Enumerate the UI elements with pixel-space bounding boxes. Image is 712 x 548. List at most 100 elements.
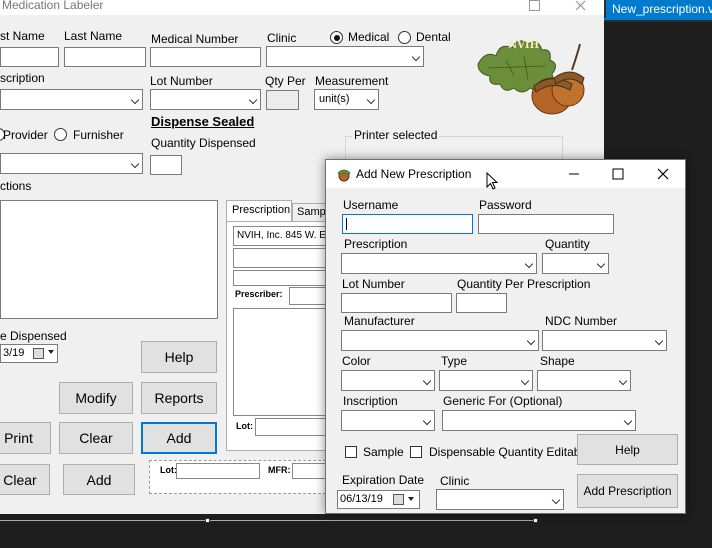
type-select[interactable] bbox=[439, 370, 533, 391]
tab-samples-label: Sampl bbox=[297, 206, 329, 218]
clinic-medical-radio[interactable] bbox=[330, 31, 343, 44]
modify-button[interactable]: Modify bbox=[59, 382, 133, 414]
last-name-input[interactable] bbox=[64, 47, 146, 67]
quantity-select[interactable] bbox=[542, 253, 609, 274]
chevron-down-icon-dlg[interactable] bbox=[408, 497, 414, 501]
reports-button[interactable]: Reports bbox=[141, 382, 217, 414]
expiration-date-label: Expiration Date bbox=[342, 473, 425, 487]
preview-lot: Lot: bbox=[236, 421, 253, 431]
dispensable-qty-editable-checkbox[interactable] bbox=[410, 446, 422, 458]
clinic-select-dlg[interactable] bbox=[436, 489, 564, 510]
clinic-label: Clinic bbox=[267, 31, 297, 45]
clinic-dental-radio[interactable] bbox=[398, 31, 411, 44]
clear-button-2[interactable]: Clear bbox=[0, 464, 50, 495]
clinic-dental-label: Dental bbox=[416, 30, 451, 44]
instructions-label: ctions bbox=[0, 179, 32, 193]
prescription-label: scription bbox=[0, 71, 45, 85]
bg-window-title: Medication Labeler bbox=[2, 0, 104, 12]
quantity-dispensed-input[interactable] bbox=[150, 155, 182, 175]
username-label: Username bbox=[343, 198, 399, 212]
first-name-label: st Name bbox=[0, 29, 45, 43]
lot-number-select[interactable] bbox=[150, 89, 261, 110]
lot-number-input-dlg[interactable] bbox=[341, 293, 452, 313]
date-dispensed-picker[interactable]: 3/19 bbox=[0, 344, 58, 363]
lot-number-label-dlg: Lot Number bbox=[342, 277, 405, 291]
minimize-icon[interactable] bbox=[566, 166, 582, 182]
dialog-title-bar: Add New Prescription bbox=[326, 160, 685, 190]
inscription-select[interactable] bbox=[341, 410, 435, 431]
first-name-input[interactable] bbox=[0, 47, 59, 67]
print-button[interactable]: Print bbox=[0, 422, 51, 454]
expiration-date-picker[interactable]: 06/13/19 bbox=[337, 490, 420, 509]
furnisher-radio[interactable] bbox=[54, 128, 67, 141]
editor-tab-underline bbox=[604, 18, 712, 20]
strip-lot: Lot: bbox=[160, 465, 177, 475]
ndc-number-select[interactable] bbox=[542, 330, 667, 351]
preview-company: NVIH, Inc. 845 W. E bbox=[237, 230, 326, 241]
shape-select[interactable] bbox=[537, 370, 631, 391]
bg-title-bar: Medication Labeler bbox=[0, 0, 604, 15]
prescription-select-dlg[interactable] bbox=[341, 253, 537, 274]
color-select[interactable] bbox=[341, 370, 435, 391]
sample-checkbox[interactable] bbox=[345, 446, 357, 458]
clinic-medical-label: Medical bbox=[348, 30, 390, 44]
selection-line bbox=[0, 520, 536, 521]
clinic-select[interactable] bbox=[266, 46, 424, 67]
qty-per-input[interactable] bbox=[266, 90, 299, 110]
clear-button[interactable]: Clear bbox=[59, 422, 133, 454]
date-dispensed-value: 3/19 bbox=[3, 347, 25, 359]
generic-for-select[interactable] bbox=[442, 410, 636, 431]
bg-maximize-icon[interactable] bbox=[529, 0, 540, 11]
dispense-sealed-label: Dispense Sealed bbox=[151, 114, 255, 129]
printer-selected-label: Printer selected bbox=[352, 128, 440, 142]
password-input[interactable] bbox=[478, 214, 614, 234]
provider-label: Provider bbox=[3, 128, 48, 142]
prescription-select[interactable] bbox=[0, 89, 143, 110]
shape-label: Shape bbox=[540, 354, 575, 368]
medical-number-input[interactable] bbox=[150, 47, 261, 67]
provider-select[interactable] bbox=[0, 153, 143, 174]
prescription-label-dlg: Prescription bbox=[344, 237, 408, 251]
chevron-down-icon[interactable] bbox=[48, 350, 54, 354]
password-label: Password bbox=[479, 198, 532, 212]
resize-handle-right[interactable] bbox=[533, 518, 538, 523]
dialog-title: Add New Prescription bbox=[356, 167, 472, 181]
tab-prescription[interactable]: Prescription bbox=[226, 200, 292, 221]
generic-for-label: Generic For (Optional) bbox=[443, 394, 563, 408]
add-prescription-button[interactable]: Add Prescription bbox=[577, 474, 678, 508]
bg-close-icon[interactable] bbox=[575, 0, 586, 11]
editor-file-tab[interactable]: New_prescription.v bbox=[606, 0, 712, 18]
preview-prescriber: Prescriber: bbox=[235, 289, 283, 299]
bg-help-button[interactable]: Help bbox=[141, 341, 217, 373]
dispensable-qty-editable-label: Dispensable Quantity Editable bbox=[429, 445, 590, 459]
add-button-2[interactable]: Add bbox=[63, 464, 135, 495]
measurement-select[interactable]: unit(s) bbox=[314, 89, 379, 110]
measurement-value: unit(s) bbox=[319, 93, 350, 105]
preview-panel: NVIH, Inc. 845 W. E Prescriber: Lot: bbox=[226, 221, 349, 451]
furnisher-label: Furnisher bbox=[73, 128, 124, 142]
maximize-icon[interactable] bbox=[610, 166, 626, 182]
medical-number-label: Medical Number bbox=[151, 32, 239, 46]
date-dispensed-label: e Dispensed bbox=[0, 329, 67, 343]
calendar-icon-dlg[interactable] bbox=[393, 494, 404, 505]
lot-number-label: Lot Number bbox=[150, 74, 213, 88]
clinic-label-dlg: Clinic bbox=[440, 474, 470, 488]
help-button[interactable]: Help bbox=[577, 434, 678, 465]
last-name-label: Last Name bbox=[64, 29, 123, 43]
add-button[interactable]: Add bbox=[141, 422, 217, 454]
manufacturer-select[interactable] bbox=[341, 330, 539, 351]
inscription-label: Inscription bbox=[343, 394, 398, 408]
label-preview-strip: Lot: MFR: bbox=[149, 460, 332, 494]
quantity-per-prescription-input[interactable] bbox=[456, 293, 507, 313]
close-icon[interactable] bbox=[655, 166, 671, 182]
mouse-cursor-icon bbox=[486, 172, 498, 190]
quantity-dispensed-label: Quantity Dispensed bbox=[151, 136, 256, 150]
type-label: Type bbox=[441, 354, 468, 368]
instructions-textarea[interactable] bbox=[0, 200, 218, 319]
calendar-icon[interactable] bbox=[33, 348, 44, 359]
logo-text: NVIH bbox=[508, 40, 540, 51]
username-input[interactable] bbox=[342, 214, 473, 234]
quantity-label: Quantity bbox=[545, 237, 590, 251]
manufacturer-label: Manufacturer bbox=[344, 314, 415, 328]
resize-handle-left[interactable] bbox=[205, 518, 210, 523]
